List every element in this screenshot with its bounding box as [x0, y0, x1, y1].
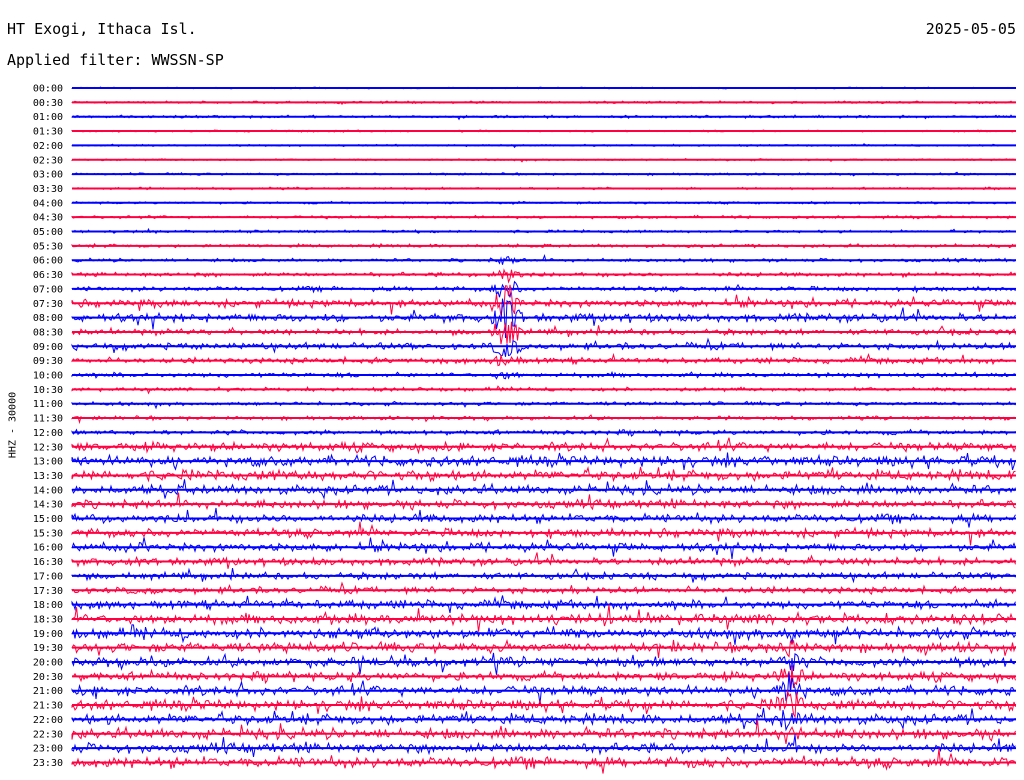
trace-row-1930	[71, 638, 1016, 659]
row-time-label: 06:30	[33, 270, 63, 281]
row-time-label: 22:00	[33, 715, 63, 726]
row-time-label: 14:00	[33, 485, 63, 496]
trace-row-2030	[71, 665, 1016, 691]
row-time-label: 00:00	[33, 84, 63, 95]
trace-row-1230	[71, 437, 1016, 455]
row-time-label: 15:30	[33, 528, 63, 539]
helicorder-plot: 00:00 00:30 01:00 01:30 02:00 02:30 03:00 03:30…	[33, 84, 1016, 774]
row-time-label: 17:30	[33, 586, 63, 597]
row-time-label: 07:30	[33, 299, 63, 310]
trace-row-2000	[71, 652, 1016, 675]
row-time-label: 10:00	[33, 371, 63, 382]
row-time-label: 02:30	[33, 155, 63, 166]
row-time-label: 18:00	[33, 600, 63, 611]
trace-row-2300	[71, 734, 1016, 757]
row-time-label: 20:30	[33, 672, 63, 683]
row-time-label: 16:30	[33, 557, 63, 568]
row-time-label: 04:30	[33, 213, 63, 224]
row-time-label: 11:30	[33, 414, 63, 425]
row-time-label: 08:30	[33, 327, 63, 338]
row-time-label: 09:00	[33, 342, 63, 353]
row-time-label: 10:30	[33, 385, 63, 396]
row-time-label: 19:30	[33, 643, 63, 654]
row-time-label: 09:30	[33, 356, 63, 367]
row-time-label: 01:30	[33, 127, 63, 138]
row-time-label: 20:00	[33, 658, 63, 669]
trace-row-2330	[71, 748, 1016, 774]
row-time-label: 02:00	[33, 141, 63, 152]
trace-row-1900	[71, 624, 1016, 645]
row-time-label: 00:30	[33, 98, 63, 109]
row-time-label: 13:30	[33, 471, 63, 482]
row-time-label: 03:30	[33, 184, 63, 195]
row-time-label: 15:00	[33, 514, 63, 525]
row-time-label: 19:00	[33, 629, 63, 640]
row-time-label: 23:00	[33, 744, 63, 755]
row-time-label: 12:30	[33, 442, 63, 453]
trace-row-0900	[71, 337, 1016, 357]
row-time-label: 04:00	[33, 198, 63, 209]
trace-row-2130	[71, 690, 1016, 719]
row-time-label: 08:00	[33, 313, 63, 324]
row-time-label: 17:00	[33, 571, 63, 582]
trace-row-2230	[71, 719, 1016, 744]
trace-row-1730	[71, 581, 1016, 596]
trace-row-1330	[71, 466, 1016, 483]
row-time-label: 05:00	[33, 227, 63, 238]
row-time-label: 07:00	[33, 284, 63, 295]
row-time-label: 11:00	[33, 399, 63, 410]
row-time-label: 06:00	[33, 256, 63, 267]
row-time-label: 12:00	[33, 428, 63, 439]
row-time-label: 14:30	[33, 500, 63, 511]
row-time-label: 01:00	[33, 112, 63, 123]
row-time-label: 23:30	[33, 758, 63, 769]
row-time-label: 22:30	[33, 729, 63, 740]
row-time-label: 05:30	[33, 241, 63, 252]
trace-row-1430	[71, 492, 1016, 511]
trace-row-0630	[71, 268, 1016, 284]
row-time-label: 13:00	[33, 457, 63, 468]
row-time-label: 21:00	[33, 686, 63, 697]
row-time-label: 21:30	[33, 701, 63, 712]
row-time-label: 03:00	[33, 170, 63, 181]
row-time-label: 18:30	[33, 614, 63, 625]
row-time-label: 16:00	[33, 543, 63, 554]
